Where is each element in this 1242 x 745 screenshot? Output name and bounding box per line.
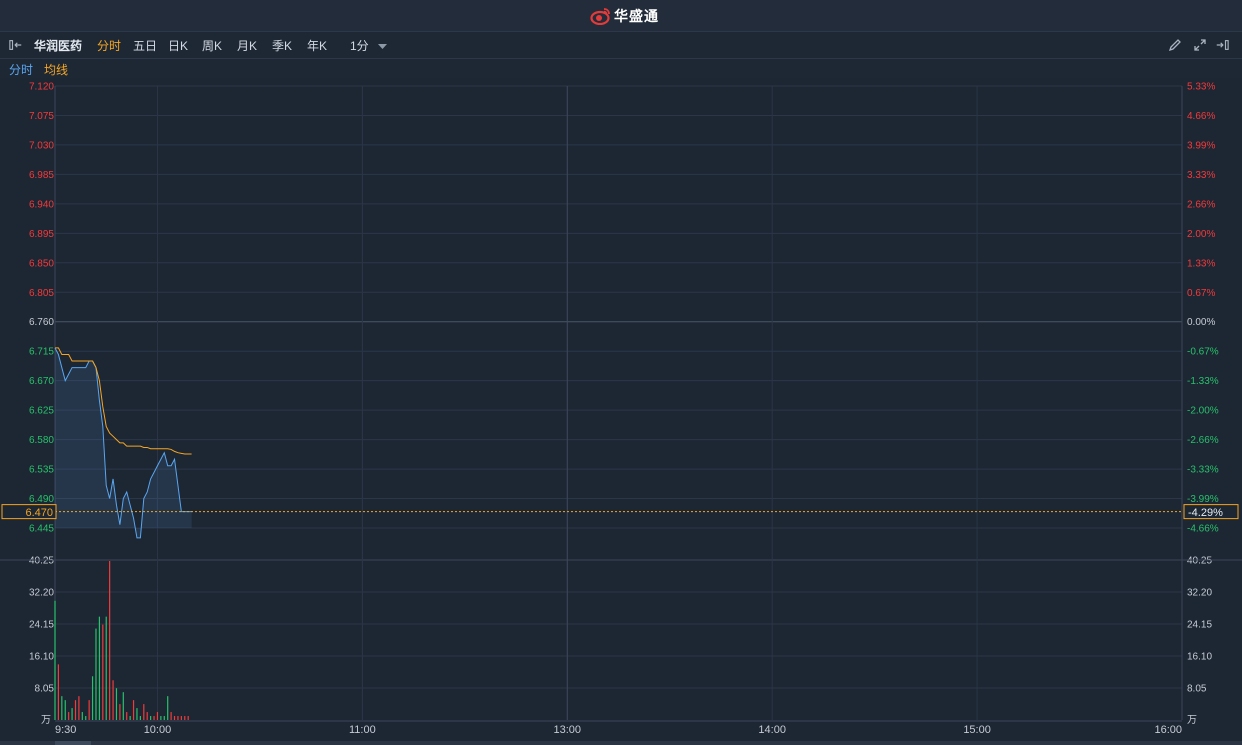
pct-tick-label: 2.00% xyxy=(1187,229,1215,240)
time-scrollbar[interactable] xyxy=(0,741,1242,745)
brand: 华盛通 xyxy=(590,6,659,26)
chart-legend: 分时 均线 xyxy=(0,59,1242,79)
legend-average: 均线 xyxy=(44,63,69,77)
pct-tick-label: 1.33% xyxy=(1187,258,1215,269)
price-tick-label: 6.580 xyxy=(29,435,54,446)
volume-unit-label-right: 万 xyxy=(1187,715,1197,726)
pct-tick-label: 2.66% xyxy=(1187,199,1215,210)
tab-intraday[interactable]: 分时 xyxy=(97,37,121,54)
brand-logo-icon xyxy=(590,8,610,25)
intraday-chart[interactable]: 7.120 5.33% 7.075 4.66% 7.030 3.99% 6.985 3.33%… xyxy=(0,78,1242,741)
tab-weekly-k[interactable]: 周K xyxy=(202,37,222,54)
pct-tick-label: -0.67% xyxy=(1187,347,1219,358)
volume-tick-label-right: 16.10 xyxy=(1187,652,1212,663)
volume-unit-label: 万 xyxy=(41,715,51,726)
pct-tick-label: -1.33% xyxy=(1187,376,1219,387)
price-tick-label: 6.535 xyxy=(29,465,54,476)
tab-yearly-k[interactable]: 年K xyxy=(307,37,327,54)
time-axis-label: 9:30 xyxy=(55,724,76,736)
volume-tick-label: 16.10 xyxy=(29,652,54,663)
price-tick-label: 6.670 xyxy=(29,376,54,387)
price-tick-label: 6.625 xyxy=(29,406,54,417)
pct-tick-label: 4.66% xyxy=(1187,111,1215,122)
tab-five-day[interactable]: 五日 xyxy=(133,37,157,54)
price-tick-label: 6.985 xyxy=(29,170,54,181)
time-axis-label: 14:00 xyxy=(758,724,786,736)
interval-label: 1分 xyxy=(350,39,369,53)
price-tick-label: 6.940 xyxy=(29,199,54,210)
pct-tick-label: 0.67% xyxy=(1187,288,1215,299)
volume-tick-label-right: 8.05 xyxy=(1187,684,1207,695)
tab-quarterly-k[interactable]: 季K xyxy=(272,37,292,54)
price-tick-label: 6.805 xyxy=(29,288,54,299)
brand-name: 华盛通 xyxy=(614,8,659,24)
pct-tick-label: -2.00% xyxy=(1187,406,1219,417)
price-tick-label: 6.715 xyxy=(29,347,54,358)
volume-tick-label-right: 32.20 xyxy=(1187,588,1212,599)
pencil-icon[interactable] xyxy=(1168,38,1182,52)
price-tick-label: 7.075 xyxy=(29,111,54,122)
price-tick-label: 7.030 xyxy=(29,140,54,151)
volume-tick-label: 32.20 xyxy=(29,588,54,599)
price-tick-label: 6.850 xyxy=(29,258,54,269)
volume-tick-label-right: 24.15 xyxy=(1187,620,1212,631)
pct-tick-label: 5.33% xyxy=(1187,82,1215,93)
time-axis-label: 15:00 xyxy=(963,724,991,736)
stock-name[interactable]: 华润医药 xyxy=(34,37,82,54)
time-axis-label: 16:00 xyxy=(1154,724,1182,736)
volume-tick-label: 40.25 xyxy=(29,556,54,567)
price-tick-label: 6.490 xyxy=(29,494,54,505)
collapse-left-icon[interactable] xyxy=(9,38,23,52)
toolbar: 华润医药 分时 五日 日K 周K 月K 季K 年K 1分 xyxy=(0,32,1242,59)
pct-tick-label: -3.33% xyxy=(1187,465,1219,476)
scrollbar-thumb[interactable] xyxy=(55,741,91,745)
pct-tick-label: 0.00% xyxy=(1187,317,1215,328)
volume-tick-label: 24.15 xyxy=(29,620,54,631)
chart-background xyxy=(0,78,1242,741)
price-tick-label: 6.895 xyxy=(29,229,54,240)
tab-monthly-k[interactable]: 月K xyxy=(237,37,257,54)
price-tick-label: 6.445 xyxy=(29,524,54,535)
price-tick-label: 7.120 xyxy=(29,82,54,93)
pct-tick-label: -4.66% xyxy=(1187,524,1219,535)
pct-tick-label: -2.66% xyxy=(1187,435,1219,446)
time-axis-label: 11:00 xyxy=(349,724,376,736)
legend-price: 分时 xyxy=(9,63,34,77)
pct-tick-label: -3.99% xyxy=(1187,494,1219,505)
volume-tick-label: 8.05 xyxy=(35,684,55,695)
tab-daily-k[interactable]: 日K xyxy=(168,37,188,54)
collapse-right-icon[interactable] xyxy=(1215,38,1229,52)
time-axis-label: 13:00 xyxy=(554,724,582,736)
volume-tick-label-right: 40.25 xyxy=(1187,556,1212,567)
pct-tick-label: 3.99% xyxy=(1187,140,1215,151)
interval-select[interactable]: 1分 xyxy=(350,37,388,54)
time-axis-label: 10:00 xyxy=(144,724,172,736)
price-tick-label: 6.760 xyxy=(29,317,54,328)
expand-icon[interactable] xyxy=(1193,38,1207,52)
current-pct-label: -4.29% xyxy=(1188,507,1223,519)
app-header: 华盛通 xyxy=(0,0,1242,32)
caret-down-icon xyxy=(378,43,388,49)
pct-tick-label: 3.33% xyxy=(1187,170,1215,181)
current-price-label: 6.470 xyxy=(25,507,53,519)
